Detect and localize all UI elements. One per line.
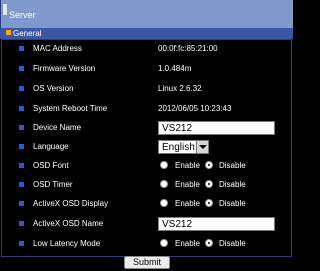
row-low-latency-mode: Low Latency Mode Enable Disable — [0, 236, 293, 252]
osd-timer-disable-radio[interactable] — [205, 180, 213, 188]
section-marker-icon — [6, 30, 11, 35]
section-header — [0, 28, 293, 39]
low-latency-mode-enable-label: Enable — [175, 239, 200, 248]
firmware-version-value: 1.0.484m — [158, 64, 192, 73]
device-name-label: Device Name — [33, 123, 82, 132]
low-latency-mode-disable-radio[interactable] — [205, 239, 213, 247]
bullet-icon — [19, 106, 24, 111]
row-language: Language English — [0, 139, 293, 155]
submit-button[interactable]: Submit — [124, 256, 170, 269]
osd-font-disable-radio[interactable] — [205, 161, 213, 169]
activex-osd-display-disable-radio[interactable] — [205, 199, 213, 207]
bullet-icon — [19, 182, 24, 187]
activex-osd-display-disable-label: Disable — [219, 199, 246, 208]
server-settings-page: Server General MAC Address 00:0f:fc:85:2… — [0, 0, 293, 271]
osd-timer-disable-label: Disable — [219, 180, 246, 189]
os-version-label: OS Version — [33, 84, 74, 93]
activex-osd-name-label: ActiveX OSD Name — [33, 219, 104, 228]
bullet-icon — [19, 201, 24, 206]
bullet-icon — [19, 46, 24, 51]
low-latency-mode-disable-label: Disable — [219, 239, 246, 248]
row-osd-timer: OSD Timer Enable Disable — [0, 177, 293, 193]
row-system-reboot-time: System Reboot Time 2012/06/05 10:23:43 — [0, 101, 293, 117]
activex-osd-display-enable-label: Enable — [175, 199, 200, 208]
chevron-down-icon[interactable] — [196, 141, 208, 153]
title-marker-icon — [3, 4, 7, 15]
osd-timer-label: OSD Timer — [33, 180, 73, 189]
bullet-icon — [19, 163, 24, 168]
bullet-icon — [19, 86, 24, 91]
language-label: Language — [33, 142, 69, 151]
activex-osd-name-input[interactable]: VS212 — [158, 217, 275, 231]
bullet-icon — [19, 241, 24, 246]
row-os-version: OS Version Linux 2.6.32 — [0, 81, 293, 97]
low-latency-mode-enable-radio[interactable] — [160, 239, 168, 247]
row-activex-osd-name: ActiveX OSD Name VS212 — [0, 216, 293, 232]
osd-timer-enable-label: Enable — [175, 180, 200, 189]
mac-address-label: MAC Address — [33, 44, 82, 53]
row-firmware-version: Firmware Version 1.0.484m — [0, 61, 293, 77]
osd-timer-enable-radio[interactable] — [160, 180, 168, 188]
row-osd-font: OSD Font Enable Disable — [0, 158, 293, 174]
bullet-icon — [19, 66, 24, 71]
osd-font-enable-radio[interactable] — [160, 161, 168, 169]
row-mac-address: MAC Address 00:0f:fc:85:21:00 — [0, 41, 293, 57]
bullet-icon — [19, 221, 24, 226]
osd-font-label: OSD Font — [33, 161, 69, 170]
activex-osd-display-enable-radio[interactable] — [160, 199, 168, 207]
mac-address-value: 00:0f:fc:85:21:00 — [158, 44, 218, 53]
page-title: Server — [9, 10, 36, 20]
bullet-icon — [19, 125, 24, 130]
title-bar — [0, 0, 293, 30]
system-reboot-time-value: 2012/06/05 10:23:43 — [158, 104, 232, 113]
row-device-name: Device Name VS212 — [0, 120, 293, 136]
row-activex-osd-display: ActiveX OSD Display Enable Disable — [0, 196, 293, 212]
os-version-value: Linux 2.6.32 — [158, 84, 202, 93]
language-select[interactable]: English — [158, 140, 209, 154]
osd-font-disable-label: Disable — [219, 161, 246, 170]
device-name-input[interactable]: VS212 — [158, 121, 275, 135]
system-reboot-time-label: System Reboot Time — [33, 104, 108, 113]
osd-font-enable-label: Enable — [175, 161, 200, 170]
low-latency-mode-label: Low Latency Mode — [33, 239, 101, 248]
activex-osd-display-label: ActiveX OSD Display — [33, 199, 109, 208]
firmware-version-label: Firmware Version — [33, 64, 96, 73]
section-title: General — [13, 29, 42, 38]
bullet-icon — [19, 144, 24, 149]
language-selected-value: English — [162, 142, 195, 153]
